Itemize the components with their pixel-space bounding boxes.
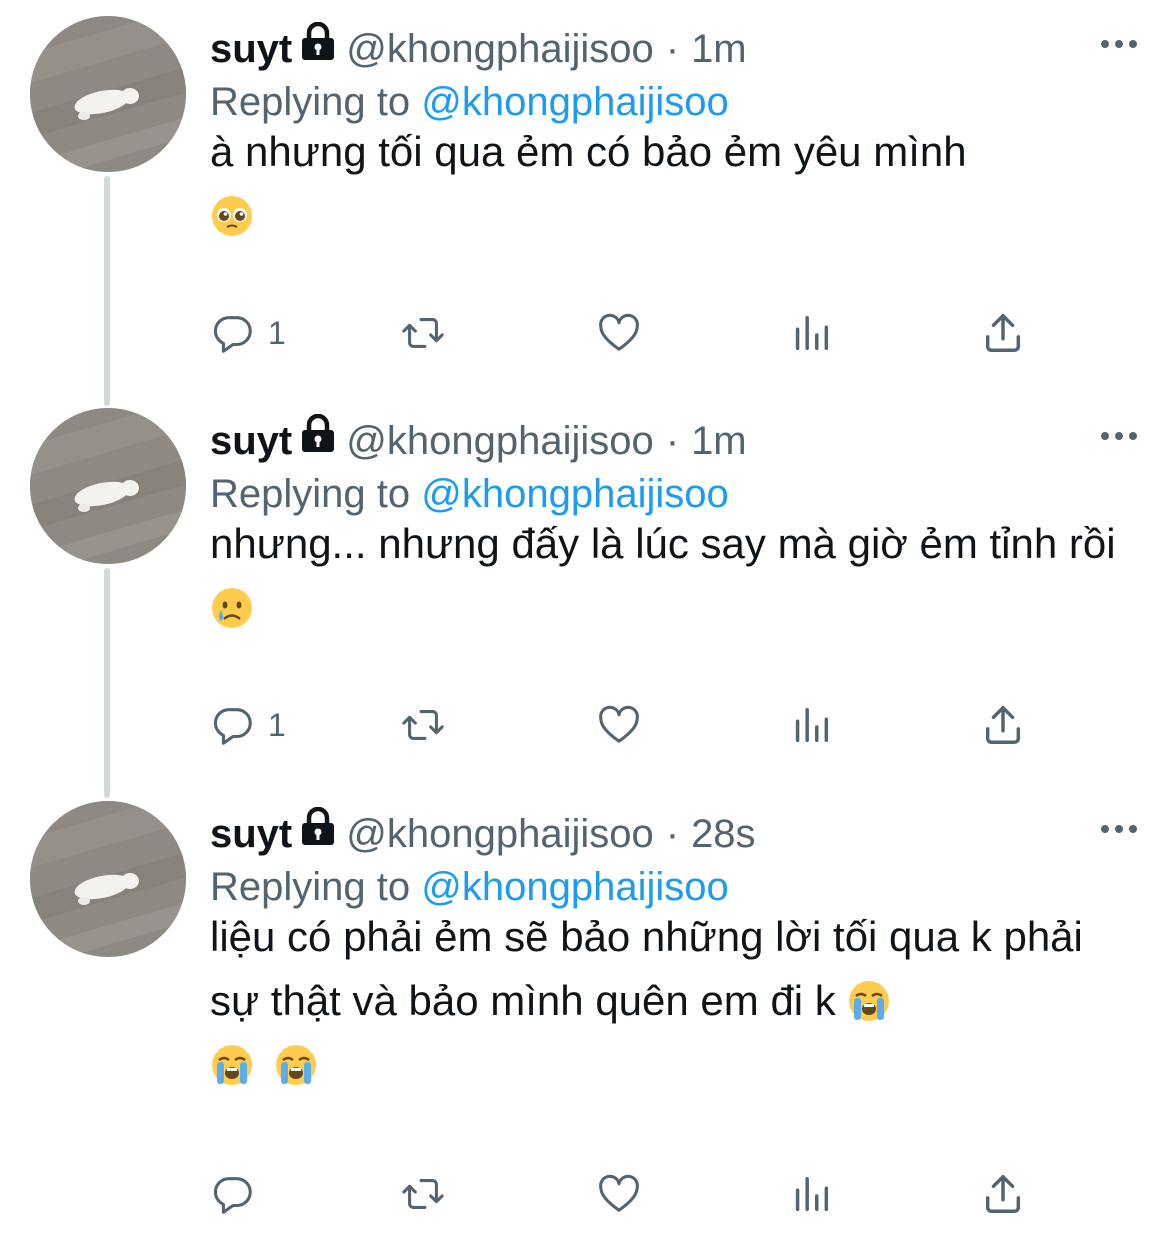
timestamp[interactable]: 1m bbox=[691, 23, 747, 75]
share-button[interactable] bbox=[980, 1169, 1026, 1219]
crying-face-emoji bbox=[210, 584, 254, 628]
like-button[interactable] bbox=[596, 308, 642, 358]
lock-icon bbox=[300, 413, 336, 454]
reply-icon bbox=[213, 708, 252, 745]
tweet-body: liệu có phải ẻm sẽ bảo những lời tối qua… bbox=[210, 913, 1083, 1024]
separator: · bbox=[665, 419, 680, 463]
separator: · bbox=[665, 812, 680, 856]
handle[interactable]: @khongphaijisoo bbox=[346, 415, 653, 467]
mention-link[interactable]: @khongphaijisoo bbox=[421, 80, 728, 124]
tweet-text: à nhưng tối qua ẻm có bảo ẻm yêu mình bbox=[210, 120, 1130, 248]
timestamp[interactable]: 28s bbox=[691, 808, 756, 860]
retweet-icon bbox=[402, 710, 444, 740]
tweet-text: liệu có phải ẻm sẽ bảo những lời tối qua… bbox=[210, 905, 1130, 1097]
retweet-button[interactable] bbox=[400, 700, 446, 750]
analytics-button[interactable] bbox=[788, 1169, 834, 1219]
retweet-icon bbox=[402, 1179, 444, 1209]
tweet-actions: 1 bbox=[210, 700, 1070, 750]
reply-icon bbox=[213, 1177, 252, 1214]
reply-count: 1 bbox=[268, 706, 286, 743]
display-name[interactable]: suyt bbox=[210, 415, 292, 467]
tweet-actions bbox=[210, 1169, 1070, 1219]
tweet-header: suyt @khongphaijisoo · 28s bbox=[210, 806, 756, 860]
analytics-button[interactable] bbox=[788, 308, 834, 358]
more-options-icon[interactable] bbox=[1099, 819, 1139, 839]
separator: · bbox=[665, 27, 680, 71]
loudly-crying-face-emoji bbox=[274, 1041, 318, 1085]
loudly-crying-face-emoji bbox=[210, 1041, 254, 1085]
tweet-text: nhưng... nhưng đấy là lúc say mà giờ ẻm … bbox=[210, 512, 1130, 640]
tweet-actions: 1 bbox=[210, 308, 1070, 358]
tweet[interactable]: suyt @khongphaijisoo · 28s Replying to @… bbox=[0, 785, 1169, 1240]
mention-link[interactable]: @khongphaijisoo bbox=[421, 865, 728, 909]
avatar[interactable] bbox=[30, 801, 186, 957]
reply-button[interactable] bbox=[210, 1169, 268, 1219]
share-button[interactable] bbox=[980, 700, 1026, 750]
replying-to-label: Replying to bbox=[210, 865, 411, 909]
more-options-icon[interactable] bbox=[1099, 34, 1139, 54]
analytics-icon bbox=[795, 315, 829, 351]
replying-to-label: Replying to bbox=[210, 472, 411, 516]
lock-icon bbox=[300, 806, 336, 847]
retweet-button[interactable] bbox=[400, 308, 446, 358]
analytics-button[interactable] bbox=[788, 700, 834, 750]
tweet-header: suyt @khongphaijisoo · 1m bbox=[210, 413, 747, 467]
loudly-crying-face-emoji bbox=[847, 977, 891, 1021]
pleading-face-emoji bbox=[210, 192, 254, 236]
tweet-body: à nhưng tối qua ẻm có bảo ẻm yêu mình bbox=[210, 128, 967, 175]
reply-button[interactable]: 1 bbox=[210, 308, 286, 358]
avatar[interactable] bbox=[30, 16, 186, 172]
display-name[interactable]: suyt bbox=[210, 808, 292, 860]
reply-icon bbox=[213, 316, 252, 353]
heart-icon bbox=[599, 313, 639, 351]
share-icon bbox=[985, 706, 1021, 744]
share-icon bbox=[985, 1175, 1021, 1213]
display-name[interactable]: suyt bbox=[210, 23, 292, 75]
handle[interactable]: @khongphaijisoo bbox=[346, 23, 653, 75]
analytics-icon bbox=[795, 1176, 829, 1212]
lock-icon bbox=[300, 21, 336, 62]
avatar[interactable] bbox=[30, 408, 186, 564]
tweet-header: suyt @khongphaijisoo · 1m bbox=[210, 21, 747, 75]
like-button[interactable] bbox=[596, 1169, 642, 1219]
share-button[interactable] bbox=[980, 308, 1026, 358]
retweet-icon bbox=[402, 318, 444, 348]
replying-to-label: Replying to bbox=[210, 80, 411, 124]
tweet[interactable]: suyt @khongphaijisoo · 1m Replying to @k… bbox=[0, 0, 1169, 392]
reply-button[interactable]: 1 bbox=[210, 700, 286, 750]
timestamp[interactable]: 1m bbox=[691, 415, 747, 467]
like-button[interactable] bbox=[596, 700, 642, 750]
handle[interactable]: @khongphaijisoo bbox=[346, 808, 653, 860]
tweet-body: nhưng... nhưng đấy là lúc say mà giờ ẻm … bbox=[210, 520, 1116, 567]
share-icon bbox=[985, 314, 1021, 352]
tweet[interactable]: suyt @khongphaijisoo · 1m Replying to @k… bbox=[0, 392, 1169, 784]
more-options-icon[interactable] bbox=[1099, 426, 1139, 446]
reply-count: 1 bbox=[268, 314, 286, 351]
retweet-button[interactable] bbox=[400, 1169, 446, 1219]
heart-icon bbox=[599, 1174, 639, 1212]
heart-icon bbox=[599, 705, 639, 743]
analytics-icon bbox=[795, 707, 829, 743]
mention-link[interactable]: @khongphaijisoo bbox=[421, 472, 728, 516]
